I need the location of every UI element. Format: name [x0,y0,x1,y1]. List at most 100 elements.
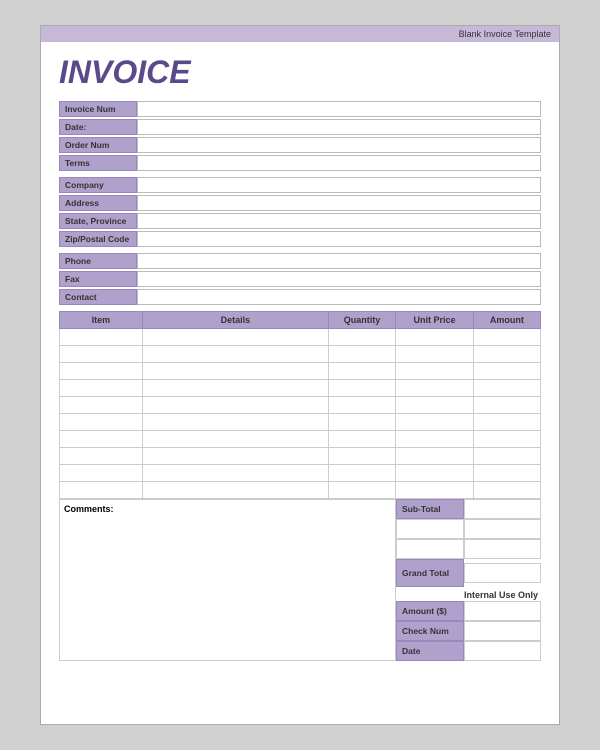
table-cell[interactable] [328,482,395,499]
table-cell[interactable] [396,380,474,397]
phone-input[interactable] [137,253,541,269]
fax-row: Fax [59,271,541,287]
order-num-input[interactable] [137,137,541,153]
totals-blank-label-1 [396,519,464,539]
company-label: Company [59,177,137,193]
table-cell[interactable] [473,380,540,397]
amount-value[interactable] [464,601,541,621]
table-cell[interactable] [396,414,474,431]
terms-row: Terms [59,155,541,171]
check-num-label: Check Num [396,621,464,641]
items-table: Item Details Quantity Unit Price Amount [59,311,541,499]
bottom-section: Comments: Sub-Total G [59,499,541,661]
totals-blank-value-2[interactable] [464,539,541,559]
invoice-info-section: Invoice Num Date: Order Num Terms [59,101,541,171]
table-cell[interactable] [142,482,328,499]
invoice-num-input[interactable] [137,101,541,117]
company-input[interactable] [137,177,541,193]
table-cell[interactable] [60,363,143,380]
sub-total-row: Sub-Total [396,499,541,519]
table-cell[interactable] [473,329,540,346]
contact-row: Contact [59,289,541,305]
table-cell[interactable] [396,346,474,363]
table-cell[interactable] [328,329,395,346]
table-cell[interactable] [473,431,540,448]
table-cell[interactable] [60,329,143,346]
table-cell[interactable] [396,465,474,482]
totals-date-value[interactable] [464,641,541,661]
table-cell[interactable] [396,482,474,499]
table-cell[interactable] [396,431,474,448]
table-cell[interactable] [60,465,143,482]
table-cell[interactable] [328,448,395,465]
table-cell[interactable] [60,448,143,465]
state-province-input[interactable] [137,213,541,229]
table-cell[interactable] [142,414,328,431]
table-cell[interactable] [473,363,540,380]
table-cell[interactable] [60,482,143,499]
table-cell[interactable] [396,363,474,380]
table-cell[interactable] [473,397,540,414]
zip-postal-row: Zip/Postal Code [59,231,541,247]
table-cell[interactable] [60,397,143,414]
invoice-num-label: Invoice Num [59,101,137,117]
table-cell[interactable] [142,346,328,363]
col-header-unit-price: Unit Price [396,312,474,329]
table-cell[interactable] [142,431,328,448]
address-label: Address [59,195,137,211]
terms-input[interactable] [137,155,541,171]
internal-use-label: Internal Use Only [396,587,541,601]
phone-label: Phone [59,253,137,269]
order-num-label: Order Num [59,137,137,153]
table-cell[interactable] [473,482,540,499]
table-cell[interactable] [396,397,474,414]
table-cell[interactable] [142,329,328,346]
table-cell[interactable] [60,414,143,431]
fax-input[interactable] [137,271,541,287]
contact-input[interactable] [137,289,541,305]
table-cell[interactable] [328,431,395,448]
contact-label: Contact [59,289,137,305]
sub-total-value[interactable] [464,499,541,519]
table-row [60,448,541,465]
grand-total-value[interactable] [464,563,541,583]
table-cell[interactable] [142,397,328,414]
table-cell[interactable] [473,448,540,465]
zip-postal-input[interactable] [137,231,541,247]
table-cell[interactable] [142,448,328,465]
comments-area: Comments: [59,499,396,661]
date-input[interactable] [137,119,541,135]
comments-label: Comments: [64,504,114,514]
company-section: Company Address State, Province Zip/Post… [59,177,541,247]
table-cell[interactable] [60,346,143,363]
table-cell[interactable] [328,414,395,431]
table-cell[interactable] [473,346,540,363]
table-cell[interactable] [328,380,395,397]
table-cell[interactable] [328,465,395,482]
table-cell[interactable] [328,346,395,363]
terms-label: Terms [59,155,137,171]
table-cell[interactable] [142,380,328,397]
table-row [60,380,541,397]
table-cell[interactable] [142,363,328,380]
col-header-quantity: Quantity [328,312,395,329]
table-cell[interactable] [60,431,143,448]
table-cell[interactable] [328,397,395,414]
table-cell[interactable] [396,329,474,346]
table-cell[interactable] [473,465,540,482]
totals-blank-row-1 [396,519,541,539]
table-cell[interactable] [396,448,474,465]
table-cell[interactable] [142,465,328,482]
table-cell[interactable] [473,414,540,431]
col-header-item: Item [60,312,143,329]
table-cell[interactable] [60,380,143,397]
phone-row: Phone [59,253,541,269]
check-num-value[interactable] [464,621,541,641]
address-input[interactable] [137,195,541,211]
zip-postal-label: Zip/Postal Code [59,231,137,247]
table-cell[interactable] [328,363,395,380]
totals-blank-value-1[interactable] [464,519,541,539]
totals-blank-row-2 [396,539,541,559]
amount-label: Amount ($) [396,601,464,621]
totals-blank-label-2 [396,539,464,559]
